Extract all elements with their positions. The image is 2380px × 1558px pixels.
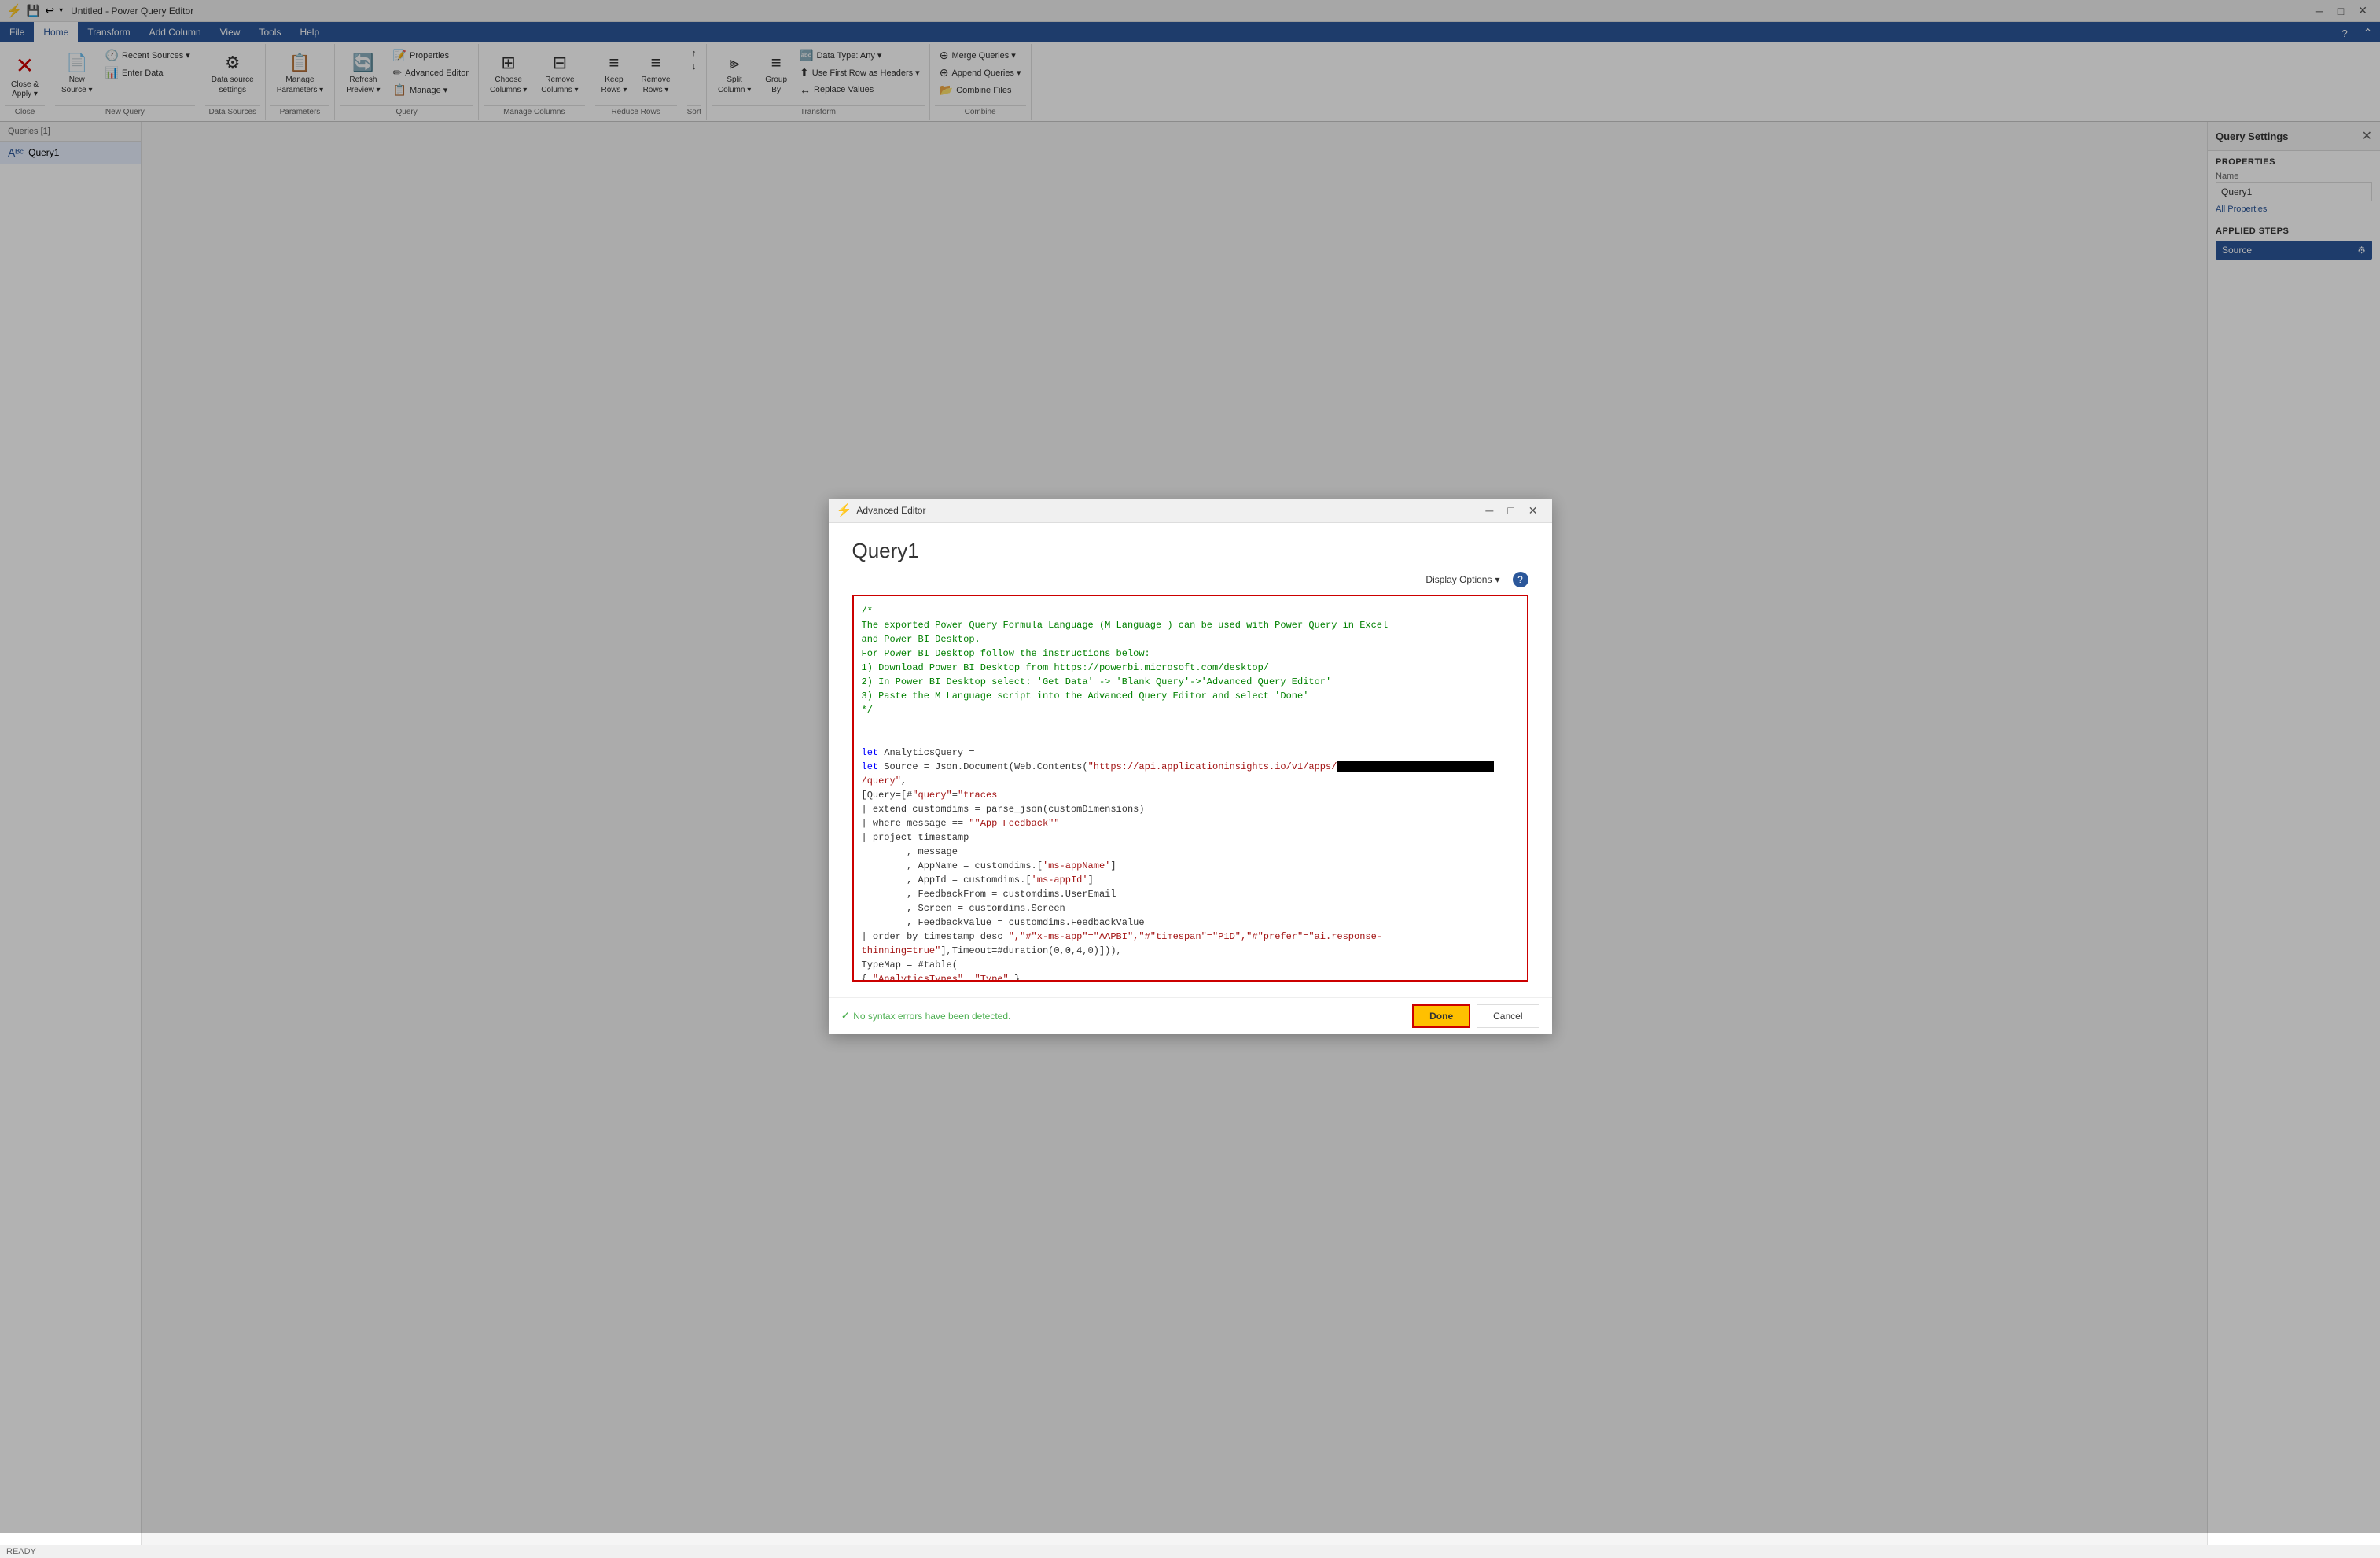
display-options-chevron: ▾	[1495, 574, 1499, 585]
status-text: READY	[6, 1547, 36, 1556]
modal-query-name: Query1	[852, 539, 1528, 563]
advanced-editor-modal: ⚡ Advanced Editor ─ □ ✕ Query1 Display O…	[829, 499, 1552, 1034]
display-options-label: Display Options	[1425, 574, 1492, 585]
modal-title-icon: ⚡	[837, 503, 852, 518]
modal-close-btn[interactable]: ✕	[1522, 503, 1544, 519]
modal-controls: ─ □ ✕	[1479, 503, 1543, 519]
modal-title-content: ⚡ Advanced Editor	[837, 503, 926, 518]
modal-body: Query1 Display Options ▾ ? /* The export…	[829, 523, 1552, 997]
checkmark-icon: ✓	[841, 1009, 851, 1022]
modal-overlay: ⚡ Advanced Editor ─ □ ✕ Query1 Display O…	[0, 0, 2380, 1533]
modal-help-button[interactable]: ?	[1513, 572, 1528, 587]
modal-footer: ✓ No syntax errors have been detected. D…	[829, 997, 1552, 1034]
no-errors-indicator: ✓ No syntax errors have been detected.	[841, 1009, 1011, 1022]
status-bar: READY	[0, 1545, 2380, 1558]
modal-titlebar: ⚡ Advanced Editor ─ □ ✕	[829, 499, 1552, 523]
no-errors-text: No syntax errors have been detected.	[853, 1011, 1010, 1022]
code-editor[interactable]: /* The exported Power Query Formula Lang…	[852, 595, 1528, 982]
done-button[interactable]: Done	[1412, 1004, 1470, 1028]
cancel-button[interactable]: Cancel	[1477, 1004, 1539, 1028]
modal-toolbar: Display Options ▾ ?	[852, 571, 1528, 588]
modal-minimize-btn[interactable]: ─	[1479, 503, 1499, 519]
display-options-button[interactable]: Display Options ▾	[1419, 571, 1506, 588]
modal-footer-buttons: Done Cancel	[1412, 1004, 1539, 1028]
modal-title-label: Advanced Editor	[856, 505, 925, 516]
help-icon-label: ?	[1517, 574, 1523, 585]
modal-restore-btn[interactable]: □	[1501, 503, 1520, 519]
